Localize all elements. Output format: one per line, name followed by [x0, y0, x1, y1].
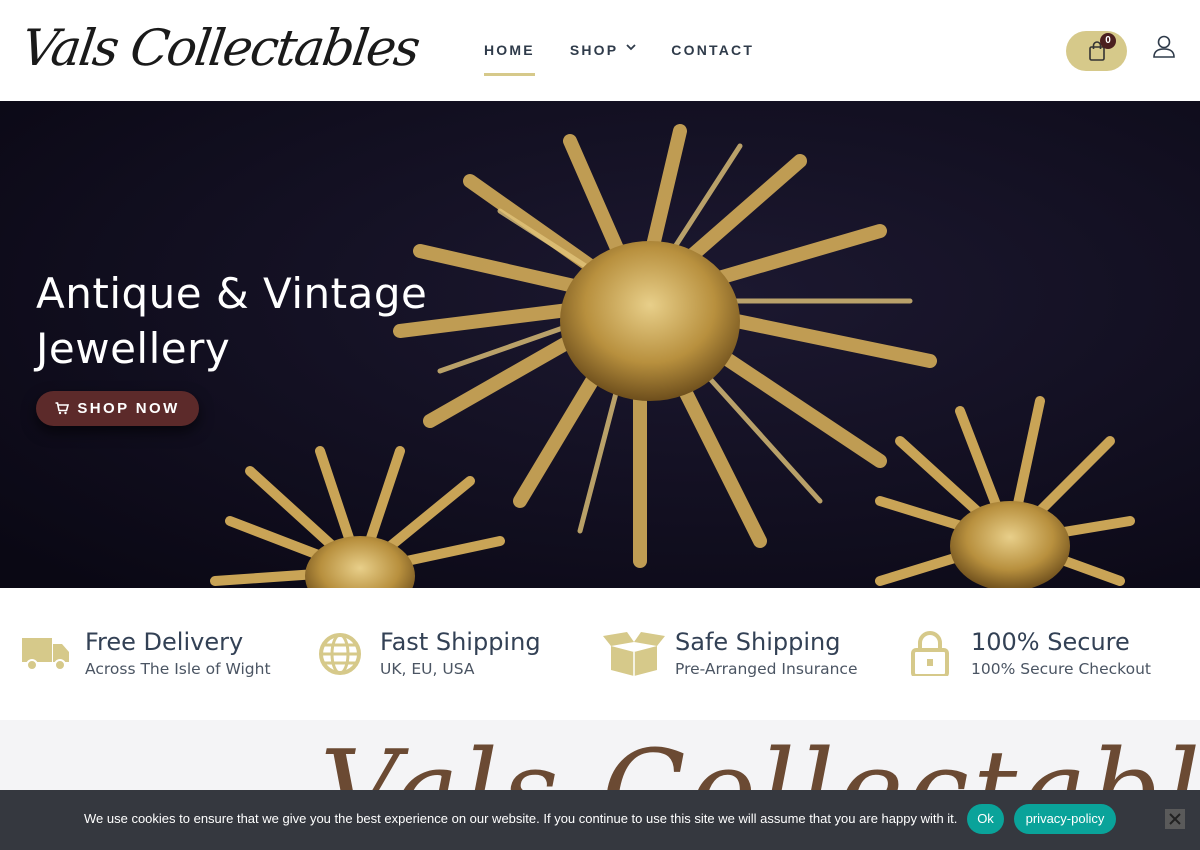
- chevron-down-icon: [626, 44, 636, 51]
- site-header: Vals Collectables HOME SHOP CONTACT 0: [0, 0, 1200, 101]
- globe-icon: [319, 633, 361, 675]
- feature-title: 100% Secure: [971, 628, 1130, 656]
- feature-subtitle: UK, EU, USA: [380, 660, 475, 678]
- hero-title-line1: Antique & Vintage: [36, 269, 428, 318]
- feature-subtitle: Pre-Arranged Insurance: [675, 660, 858, 678]
- cart-count-badge: 0: [1100, 33, 1116, 49]
- cookie-ok-button[interactable]: Ok: [967, 804, 1004, 834]
- nav-contact[interactable]: CONTACT: [671, 40, 754, 76]
- shop-now-button[interactable]: SHOP NOW: [36, 391, 199, 426]
- cookie-notice-bar: We use cookies to ensure that we give yo…: [0, 790, 1200, 850]
- cart-button[interactable]: 0: [1066, 31, 1127, 71]
- nav-home[interactable]: HOME: [484, 40, 535, 76]
- user-account-icon[interactable]: [1152, 34, 1176, 60]
- nav-shop-label: SHOP: [569, 42, 619, 58]
- nav-shop[interactable]: SHOP: [570, 40, 636, 76]
- feature-subtitle: Across The Isle of Wight: [85, 660, 271, 678]
- open-box-icon: [603, 632, 665, 676]
- feature-strip: Free Delivery Across The Isle of Wight F…: [0, 588, 1200, 720]
- feature-title: Free Delivery: [85, 628, 244, 656]
- nav-contact-label: CONTACT: [671, 42, 755, 58]
- hero-title: Antique & Vintage Jewellery: [36, 266, 456, 376]
- site-logo[interactable]: Vals Collectables: [16, 8, 422, 88]
- truck-icon: [22, 638, 69, 671]
- lock-icon: [911, 631, 949, 676]
- shop-now-label: SHOP NOW: [77, 400, 180, 417]
- cart-icon: [55, 402, 70, 415]
- feature-subtitle: 100% Secure Checkout: [971, 660, 1151, 678]
- close-icon[interactable]: [1165, 809, 1185, 829]
- feature-title: Fast Shipping: [380, 628, 541, 656]
- feature-title: Safe Shipping: [675, 628, 841, 656]
- hero-title-line2: Jewellery: [36, 324, 231, 373]
- cookie-notice-text: We use cookies to ensure that we give yo…: [84, 811, 958, 826]
- hero-banner: Antique & Vintage Jewellery SHOP NOW: [0, 101, 1200, 588]
- main-nav: HOME SHOP CONTACT: [484, 40, 754, 76]
- nav-home-label: HOME: [484, 42, 535, 58]
- privacy-policy-button[interactable]: privacy-policy: [1014, 804, 1116, 834]
